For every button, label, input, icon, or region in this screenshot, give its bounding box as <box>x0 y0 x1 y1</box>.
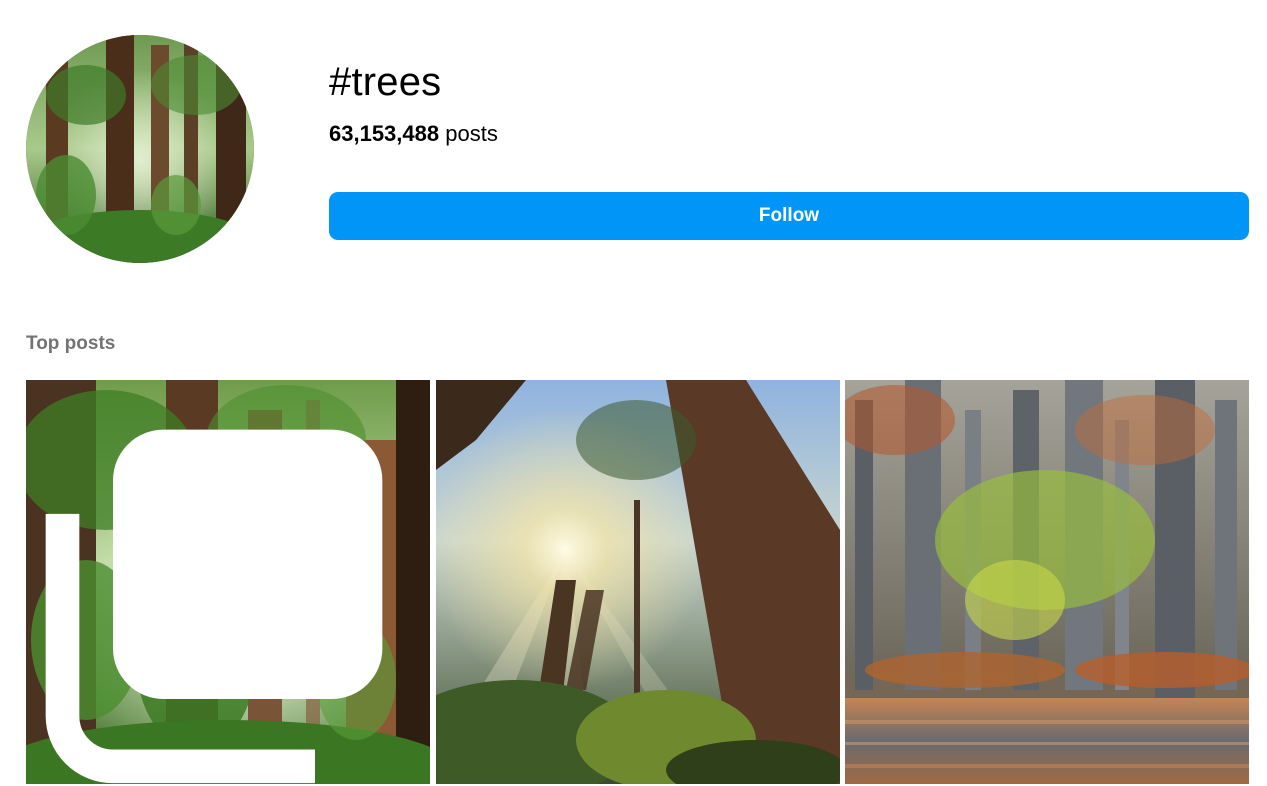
hashtag-avatar <box>26 35 254 263</box>
hashtag-title: #trees <box>329 60 442 104</box>
post-count-number: 63,153,488 <box>329 121 440 146</box>
follow-button[interactable]: Follow <box>329 192 1249 240</box>
hashtag-header: #trees 63,153,488 posts Follow <box>0 0 1267 300</box>
post-tile[interactable] <box>845 380 1249 784</box>
post-image-cypress-swamp <box>845 380 1249 784</box>
avatar-forest-image <box>26 35 254 263</box>
post-tile[interactable] <box>436 380 840 784</box>
top-posts-grid <box>26 380 1249 784</box>
carousel-icon <box>45 429 383 784</box>
top-posts-heading: Top posts <box>26 333 116 354</box>
post-count: 63,153,488 posts <box>329 119 498 149</box>
post-tile[interactable] <box>26 380 430 784</box>
post-image-redwood-sunbeams <box>436 380 840 784</box>
post-count-suffix: posts <box>445 121 498 146</box>
